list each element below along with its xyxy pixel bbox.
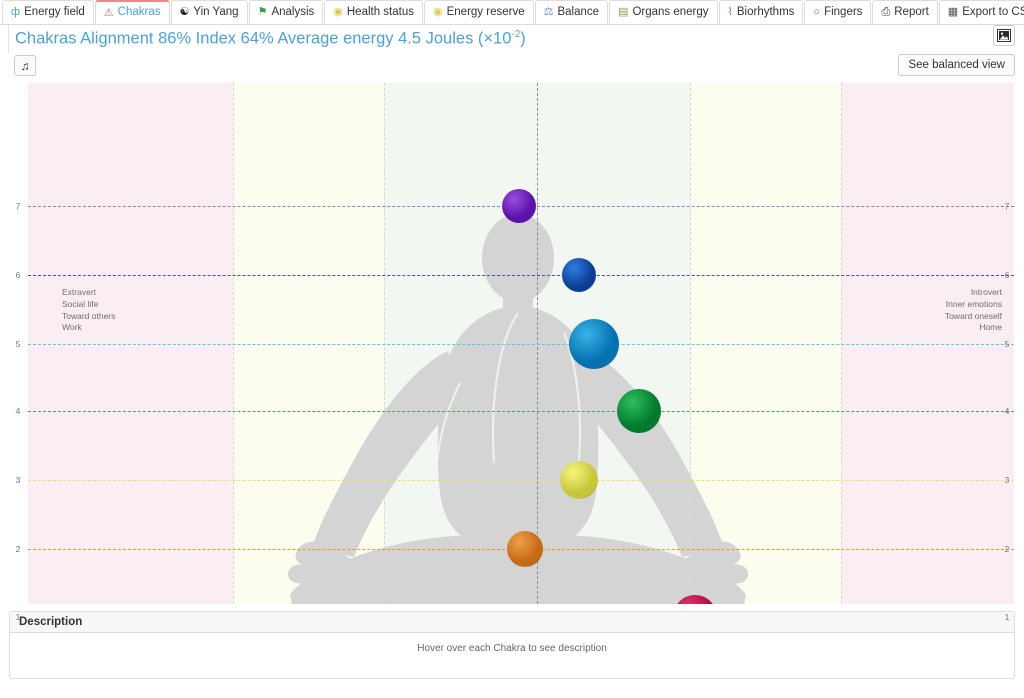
tab-label: Fingers — [824, 7, 862, 19]
chakra-sphere-6[interactable] — [562, 258, 596, 292]
tab-label: Energy field — [24, 7, 85, 19]
description-hint: Hover over each Chakra to see descriptio… — [10, 633, 1014, 678]
biorhythms-icon: ⌇ — [728, 7, 733, 18]
tab-balance[interactable]: ⚖Balance — [535, 0, 608, 24]
analysis-icon: ⚑ — [258, 7, 268, 18]
pole-labels-right: IntrovertInner emotionsToward oneselfHom… — [945, 287, 1002, 334]
y-axis-tick-right-3: 3 — [1000, 475, 1014, 485]
chakras-icon: ⚠ — [104, 8, 114, 19]
tab-health-status[interactable]: ◉ Health status — [324, 0, 423, 24]
page-title-exponent: -2 — [511, 29, 520, 40]
tab-report[interactable]: ⎙ Report — [872, 0, 937, 24]
see-balanced-view-button[interactable]: See balanced view — [898, 54, 1015, 76]
tab-organs-energy[interactable]: ▤ Organs energy — [609, 0, 717, 24]
export-csv-icon: ▦ — [948, 7, 958, 18]
gridline-chakra-4 — [28, 411, 1014, 412]
y-axis-tick-left-6: 6 — [11, 270, 25, 280]
y-axis-tick-left-1: 1 — [11, 612, 25, 622]
y-axis-tick-right-6: 6 — [1000, 270, 1014, 280]
y-axis-tick-left-2: 2 — [11, 544, 25, 554]
gridline-chakra-6 — [28, 275, 1014, 276]
chart-plot-area[interactable] — [28, 83, 1014, 604]
page-header: Chakras Alignment 86% Index 64% Average … — [8, 25, 1024, 53]
energy-reserve-icon: ◉ — [433, 7, 443, 18]
image-export-button[interactable] — [993, 25, 1015, 46]
gridline-chakra-5 — [28, 344, 1014, 345]
pole-label: Toward oneself — [945, 311, 1002, 323]
pole-label: Social life — [62, 299, 115, 311]
main-tab-bar: фEnergy field⚠Chakras☯Yin Yang⚑Analysis◉… — [0, 0, 1024, 25]
tab-label: Export to CSV — [962, 7, 1024, 19]
y-axis-tick-right-5: 5 — [1000, 339, 1014, 349]
chakra-sphere-7[interactable] — [502, 189, 536, 223]
tab-label: Biorhythms — [737, 7, 795, 19]
tab-label: Energy reserve — [447, 7, 525, 19]
gridline-chakra-3 — [28, 480, 1014, 481]
tab-label: Balance — [557, 7, 599, 19]
tab-label: Organs energy — [632, 7, 708, 19]
pole-label: Inner emotions — [945, 299, 1002, 311]
tab-chakras[interactable]: ⚠ Chakras — [95, 0, 170, 24]
tab-label: Chakras — [118, 7, 161, 19]
description-title: Description — [10, 612, 1014, 633]
page-title: Chakras Alignment 86% Index 64% Average … — [15, 29, 526, 49]
tab-label: Analysis — [271, 7, 314, 19]
chakra-sphere-3[interactable] — [560, 461, 598, 499]
music-note-icon: ♫ — [21, 60, 30, 72]
tab-fingers[interactable]: ○ Fingers — [804, 0, 871, 24]
printer-icon: ⎙ — [881, 7, 890, 18]
y-axis-tick-right-1: 1 — [1000, 612, 1014, 622]
tab-label: Report — [894, 7, 929, 19]
music-note-button[interactable]: ♫ — [14, 55, 36, 76]
tab-energy-field[interactable]: ф Energy field — [2, 0, 94, 24]
tab-biorhythms[interactable]: ⌇ Biorhythms — [719, 0, 804, 24]
pole-label: Toward others — [62, 311, 115, 323]
energy-field-icon: ф — [11, 7, 20, 18]
organs-energy-icon: ▤ — [618, 7, 628, 18]
description-panel: Description Hover over each Chakra to se… — [9, 611, 1015, 679]
page-title-tail: ) — [520, 30, 526, 48]
pole-label: Work — [62, 322, 115, 334]
y-axis-tick-left-3: 3 — [11, 475, 25, 485]
pole-label: Home — [945, 322, 1002, 334]
y-axis-tick-left-5: 5 — [11, 339, 25, 349]
chakra-sphere-2[interactable] — [507, 531, 543, 567]
tab-label: Health status — [347, 7, 414, 19]
image-export-icon — [997, 29, 1011, 42]
chart-toolbar: ♫ See balanced view — [9, 53, 1015, 83]
tab-energy-reserve[interactable]: ◉ Energy reserve — [424, 0, 534, 24]
y-axis-tick-left-7: 7 — [11, 201, 25, 211]
y-axis-tick-right-4: 4 — [1000, 406, 1014, 416]
fingers-icon: ○ — [813, 7, 820, 18]
health-status-icon: ◉ — [333, 7, 343, 18]
tab-analysis[interactable]: ⚑Analysis — [249, 0, 324, 24]
chakra-sphere-5[interactable] — [569, 319, 619, 369]
y-axis-tick-right-2: 2 — [1000, 544, 1014, 554]
balance-scale-icon: ⚖ — [544, 7, 554, 18]
chakras-chart: 77665544332211ExtravertSocial lifeToward… — [9, 83, 1015, 604]
yin-yang-icon: ☯ — [180, 7, 190, 18]
pole-labels-left: ExtravertSocial lifeToward othersWork — [62, 287, 115, 334]
tab-label: Yin Yang — [193, 7, 238, 19]
y-axis-tick-left-4: 4 — [11, 406, 25, 416]
see-balanced-view-label: See balanced view — [908, 59, 1005, 71]
pole-label: Extravert — [62, 287, 115, 299]
chakra-sphere-4[interactable] — [617, 389, 661, 433]
tab-yin-yang[interactable]: ☯Yin Yang — [171, 0, 248, 24]
tab-export-to-csv[interactable]: ▦ Export to CSV — [939, 0, 1024, 24]
page-title-main: Chakras Alignment 86% Index 64% Average … — [15, 30, 511, 48]
y-axis-tick-right-7: 7 — [1000, 201, 1014, 211]
pole-label: Introvert — [945, 287, 1002, 299]
